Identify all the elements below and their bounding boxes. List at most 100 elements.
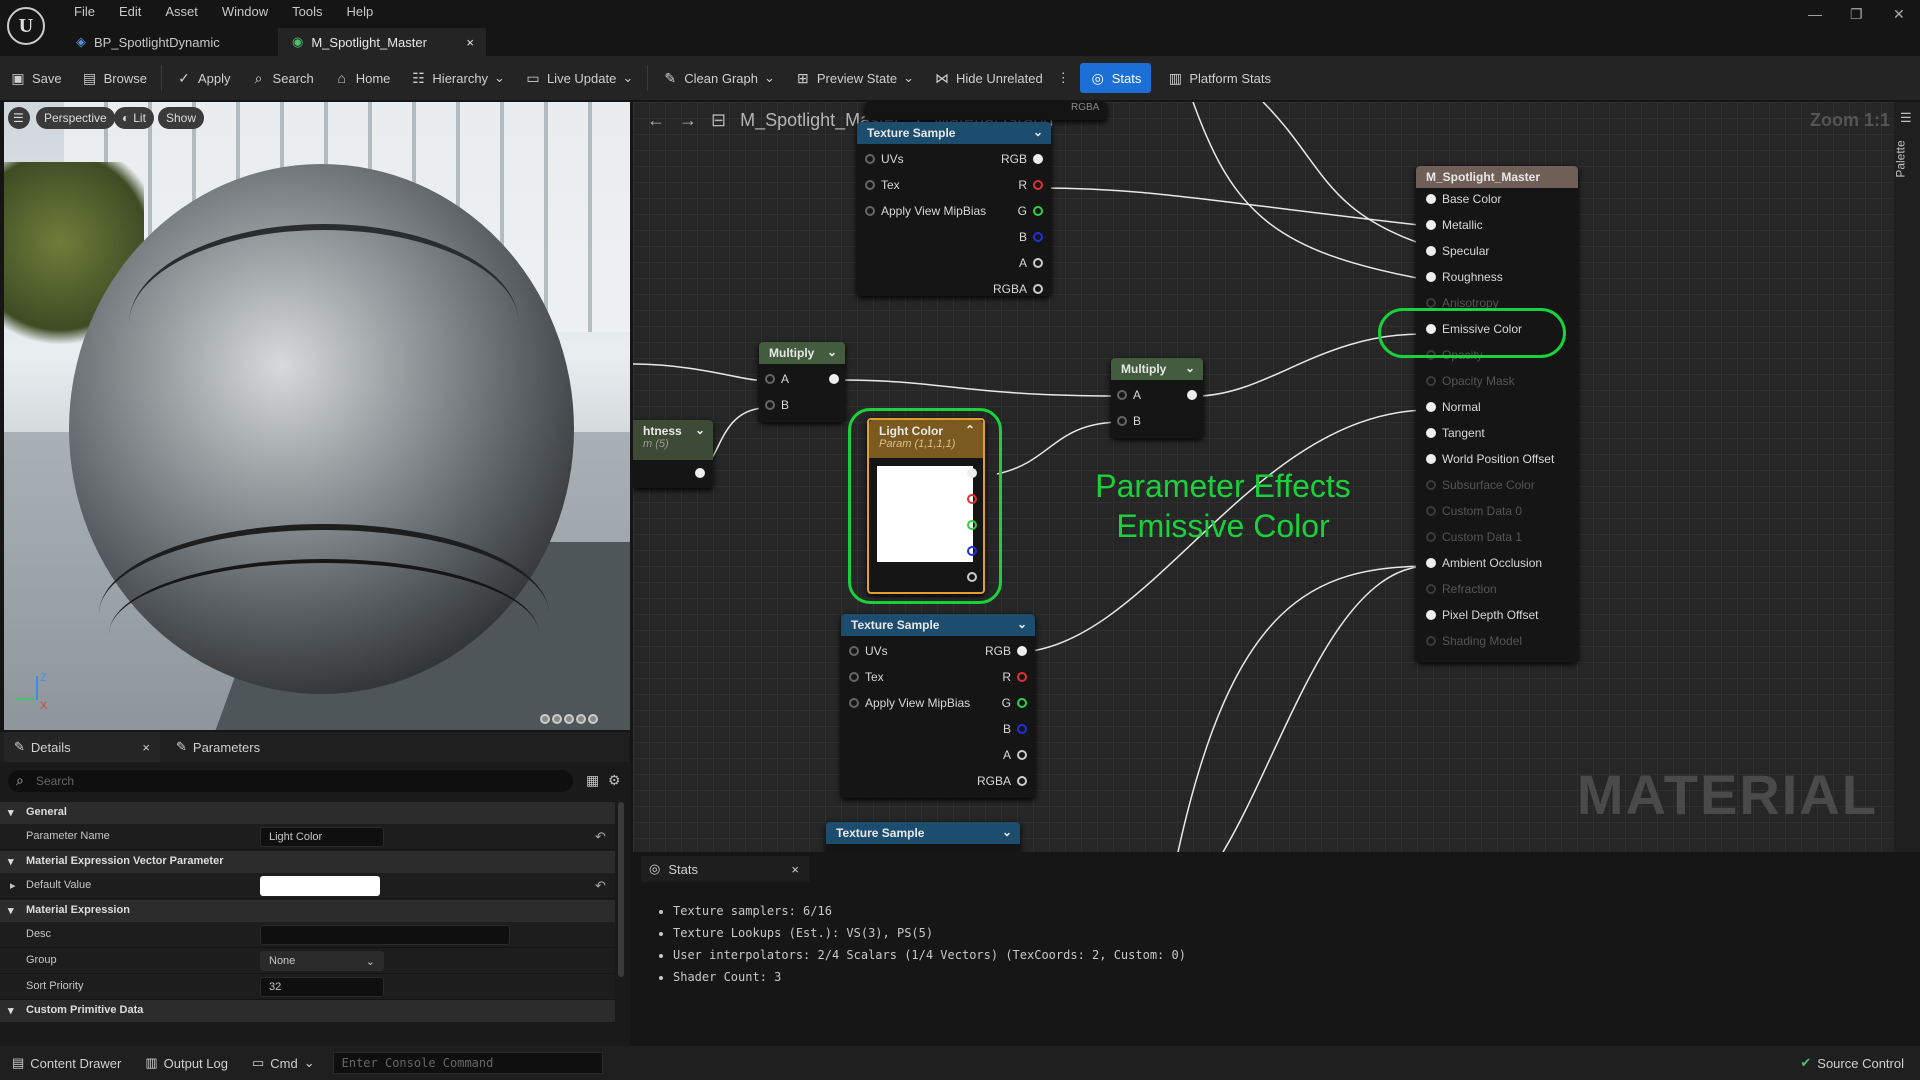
hide-unrelated-button[interactable]: ⋈ Hide Unrelated	[924, 63, 1053, 93]
tab-parameters[interactable]: ✎ Parameters	[166, 732, 270, 762]
pin-output-r[interactable]	[967, 490, 977, 508]
desc-field[interactable]	[260, 925, 510, 945]
search-button[interactable]: ⌕ Search	[241, 63, 324, 93]
pin-mipbias[interactable]: Apply View MipBias	[849, 694, 970, 712]
master-pin[interactable]: Custom Data 1	[1426, 528, 1522, 546]
master-pin[interactable]: Opacity Mask	[1426, 372, 1515, 390]
node-header[interactable]: M_Spotlight_Master	[1416, 166, 1578, 188]
gear-icon[interactable]: ⚙	[608, 772, 621, 789]
node-texture-sample-1[interactable]: Texture Sample ⌄ UVs Tex Apply View MipBi…	[857, 122, 1051, 296]
pin-g[interactable]: G	[1002, 694, 1027, 712]
menu-window[interactable]: Window	[210, 2, 280, 21]
node-header[interactable]: Texture Sample ⌄	[841, 614, 1035, 636]
node-header[interactable]: Multiply ⌄	[1111, 358, 1203, 380]
pin-mipbias[interactable]: Apply View MipBias	[865, 202, 986, 220]
pin-tex[interactable]: Tex	[849, 668, 884, 686]
palette-label[interactable]: Palette	[1894, 140, 1908, 177]
viewport-menu-icon[interactable]: ☰	[8, 107, 30, 129]
restore-icon[interactable]: ❐	[1850, 6, 1863, 23]
details-search-input[interactable]: ⌕ Search	[8, 770, 573, 792]
pin-a[interactable]: A	[765, 370, 789, 388]
close-icon[interactable]: ×	[142, 740, 150, 755]
pin-b[interactable]: B	[1019, 228, 1043, 246]
source-control-button[interactable]: ✔ Source Control	[1800, 1046, 1904, 1080]
node-partial-top[interactable]: RGBA	[865, 102, 1107, 120]
pin-g[interactable]: G	[1018, 202, 1043, 220]
show-button[interactable]: Show	[158, 107, 205, 129]
master-pin[interactable]: Ambient Occlusion	[1426, 554, 1542, 572]
category-vector-parameter[interactable]: ▾ Material Expression Vector Parameter	[0, 851, 615, 873]
clean-graph-button[interactable]: ✎ Clean Graph ⌄	[652, 63, 785, 93]
more-options-icon[interactable]: ⋮	[1053, 63, 1074, 93]
content-drawer-button[interactable]: ▤ Content Drawer	[0, 1046, 133, 1080]
console-input[interactable]: Enter Console Command	[332, 1052, 603, 1074]
node-header[interactable]: Light Color Param (1,1,1,1) ⌃	[869, 420, 983, 458]
pin-rgb[interactable]: RGB	[1001, 150, 1043, 168]
master-pin[interactable]: Refraction	[1426, 580, 1497, 598]
menu-file[interactable]: File	[62, 2, 107, 21]
pin-rgba[interactable]: RGBA	[977, 772, 1027, 790]
node-material-master[interactable]: M_Spotlight_Master Base Color Metallic Spe…	[1416, 166, 1578, 662]
node-texture-sample-3[interactable]: Texture Sample ⌄	[826, 822, 1020, 852]
node-multiply-1[interactable]: Multiply ⌄ A B	[759, 342, 845, 422]
cylinder-icon[interactable]	[540, 714, 550, 724]
pin-b[interactable]: B	[765, 396, 789, 414]
minimize-icon[interactable]: —	[1808, 6, 1822, 22]
master-pin[interactable]: Specular	[1426, 242, 1489, 260]
pin-a[interactable]: A	[1117, 386, 1141, 404]
sort-priority-field[interactable]: 32	[260, 977, 384, 997]
cube-icon[interactable]	[576, 714, 586, 724]
tab-stats[interactable]: ◎ Stats ×	[641, 856, 809, 882]
pin-r[interactable]: R	[1002, 668, 1027, 686]
table-view-icon[interactable]: ▦	[586, 772, 599, 789]
node-texture-sample-2[interactable]: Texture Sample ⌄ UVs Tex Apply View MipBi…	[841, 614, 1035, 798]
pin-a[interactable]: A	[1003, 746, 1027, 764]
pin-output[interactable]	[1187, 386, 1197, 404]
lit-button[interactable]: ◐ Lit	[114, 107, 154, 129]
pin-rgb[interactable]: RGB	[985, 642, 1027, 660]
node-header[interactable]: htness m (5) ⌄	[633, 420, 713, 460]
save-button[interactable]: ▣ Save	[0, 63, 72, 93]
master-pin[interactable]: World Position Offset	[1426, 450, 1554, 468]
chevron-down-icon[interactable]: ⌄	[695, 423, 705, 437]
back-arrow-icon[interactable]: ←	[647, 110, 665, 131]
close-window-icon[interactable]: ✕	[1893, 6, 1905, 23]
live-update-button[interactable]: ▭ Live Update ⌄	[515, 63, 643, 93]
pin-b[interactable]: B	[1117, 412, 1141, 430]
chevron-right-icon[interactable]: ▸	[10, 879, 16, 892]
category-material-expression[interactable]: ▾ Material Expression	[0, 900, 615, 922]
tab-details[interactable]: ✎ Details ×	[4, 732, 160, 762]
chevron-down-icon[interactable]: ⌄	[1185, 361, 1195, 375]
pin-output-rgb[interactable]	[967, 464, 977, 482]
sphere-icon[interactable]	[552, 714, 562, 724]
master-pin[interactable]: Normal	[1426, 398, 1481, 416]
menu-asset[interactable]: Asset	[153, 2, 210, 21]
menu-icon[interactable]: ☰	[1900, 110, 1912, 126]
pin-rgba[interactable]: RGBA	[993, 280, 1043, 298]
chevron-down-icon[interactable]: ⌄	[827, 345, 837, 359]
category-custom-primitive-data[interactable]: ▾ Custom Primitive Data	[0, 1000, 615, 1022]
tab-material-master[interactable]: ◉ M_Spotlight_Master ×	[278, 28, 486, 56]
chevron-down-icon[interactable]: ⌄	[1033, 125, 1043, 139]
preview-viewport[interactable]: ☰ Perspective ◐ Lit Show Z X	[4, 102, 630, 730]
reset-icon[interactable]: ↶	[595, 829, 606, 845]
master-pin[interactable]: Metallic	[1426, 216, 1483, 234]
chevron-down-icon[interactable]: ⌄	[1017, 617, 1027, 631]
node-light-color-param[interactable]: Light Color Param (1,1,1,1) ⌃	[867, 418, 985, 594]
output-log-button[interactable]: ▥ Output Log	[133, 1046, 240, 1080]
browse-button[interactable]: ▤ Browse	[72, 63, 157, 93]
apply-button[interactable]: ✓ Apply	[166, 63, 241, 93]
palette-sidebar[interactable]: ☰ Palette	[1894, 102, 1920, 852]
chevron-up-icon[interactable]: ⌃	[965, 423, 975, 437]
master-pin[interactable]: Pixel Depth Offset	[1426, 606, 1539, 624]
pin-output-b[interactable]	[967, 542, 977, 560]
close-icon[interactable]: ×	[791, 862, 799, 877]
stats-button[interactable]: ◎ Stats	[1079, 63, 1152, 93]
master-pin[interactable]: Roughness	[1426, 268, 1503, 286]
node-roughness-param[interactable]: htness m (5) ⌄	[633, 420, 713, 488]
pin-b[interactable]: B	[1003, 720, 1027, 738]
pin-uvs[interactable]: UVs	[849, 642, 888, 660]
pin-a[interactable]: A	[1019, 254, 1043, 272]
chevron-down-icon[interactable]: ⌄	[1002, 825, 1012, 839]
parameter-name-field[interactable]: Light Color	[260, 827, 384, 847]
